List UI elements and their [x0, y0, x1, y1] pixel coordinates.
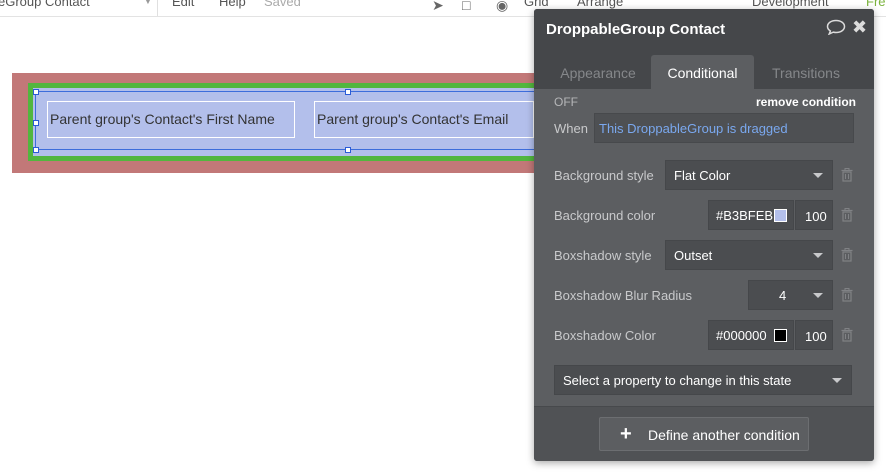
background-style-value: Flat Color — [674, 168, 731, 183]
define-condition-label: Define another condition — [648, 427, 800, 443]
select-property-placeholder: Select a property to change in this stat… — [563, 373, 792, 388]
boxshadow-style-dropdown[interactable]: Outset — [665, 240, 833, 270]
resize-handle-bottom[interactable] — [345, 147, 351, 153]
property-editor-panel: DroppableGroup Contact ✖ Appearance Cond… — [534, 9, 874, 461]
tab-conditional[interactable]: Conditional — [651, 55, 754, 89]
when-expression-input[interactable]: This DroppableGroup is dragged — [594, 113, 854, 143]
boxshadow-style-value: Outset — [674, 248, 713, 263]
boxshadow-style-label: Boxshadow style — [554, 248, 652, 263]
panel-title: DroppableGroup Contact — [546, 21, 726, 38]
plan-label[interactable]: Fre — [866, 0, 886, 9]
edit-menu[interactable]: Edit — [172, 0, 194, 9]
close-icon[interactable]: ✖ — [852, 17, 867, 37]
resize-handle-left[interactable] — [33, 120, 39, 126]
saved-status: Saved — [264, 0, 301, 9]
chevron-down-icon — [832, 378, 842, 383]
background-opacity-input[interactable]: 100 — [795, 200, 833, 230]
background-color-picker[interactable]: #B3BFEB — [708, 200, 794, 230]
tab-appearance[interactable]: Appearance — [544, 55, 652, 89]
panel-header[interactable]: DroppableGroup Contact ✖ — [534, 9, 874, 51]
background-style-dropdown[interactable]: Flat Color — [665, 160, 833, 190]
boxshadow-opacity-input[interactable]: 100 — [795, 320, 833, 350]
trash-icon[interactable] — [841, 288, 853, 302]
email-text[interactable]: Parent group's Contact's Email — [314, 101, 534, 138]
boxshadow-color-label: Boxshadow Color — [554, 328, 656, 343]
tab-transitions[interactable]: Transitions — [762, 55, 850, 89]
toolbar-divider — [157, 0, 158, 16]
trash-icon[interactable] — [841, 328, 853, 342]
boxshadow-blur-dropdown[interactable]: 4 — [748, 280, 833, 310]
panel-tabs: Appearance Conditional Transitions — [534, 51, 874, 89]
color-swatch — [774, 329, 787, 342]
cursor-icon[interactable]: ➤ — [432, 0, 444, 14]
boxshadow-color-picker[interactable]: #000000 — [708, 320, 794, 350]
comment-icon[interactable] — [826, 19, 846, 35]
when-label: When — [554, 121, 588, 136]
resize-handle-bottom-left[interactable] — [33, 147, 39, 153]
help-menu[interactable]: Help — [219, 0, 246, 9]
resize-handle-top-left[interactable] — [33, 89, 39, 95]
trash-icon[interactable] — [841, 208, 853, 222]
background-style-label: Background style — [554, 168, 654, 183]
boxshadow-color-hex: #000000 — [716, 328, 767, 343]
element-selector[interactable]: eGroup Contact — [0, 0, 90, 9]
plus-icon: + — [620, 423, 632, 445]
trash-icon[interactable] — [841, 248, 853, 262]
boxshadow-blur-value: 4 — [779, 288, 787, 303]
eye-icon[interactable]: ◉ — [496, 0, 508, 14]
branch-selector[interactable]: Development — [752, 0, 829, 9]
first-name-text[interactable]: Parent group's Contact's First Name — [47, 101, 295, 138]
chevron-down-icon — [813, 253, 823, 258]
trash-icon[interactable] — [841, 168, 853, 182]
chevron-down-icon — [813, 293, 823, 298]
background-color-hex: #B3BFEB — [716, 208, 774, 223]
grid-menu[interactable]: Grid — [524, 0, 549, 9]
define-another-condition-button[interactable]: + Define another condition — [599, 417, 809, 451]
arrange-menu[interactable]: Arrange — [577, 0, 623, 9]
resize-handle-top[interactable] — [345, 89, 351, 95]
chevron-down-icon[interactable]: ▼ — [143, 0, 153, 7]
page-icon[interactable]: □ — [462, 0, 470, 13]
boxshadow-blur-label: Boxshadow Blur Radius — [554, 288, 693, 303]
background-color-label: Background color — [554, 208, 656, 223]
select-property-dropdown[interactable]: Select a property to change in this stat… — [554, 365, 852, 395]
color-swatch — [774, 209, 787, 222]
condition-state: OFF — [554, 95, 578, 109]
panel-footer: + Define another condition — [534, 406, 874, 461]
remove-condition-link[interactable]: remove condition — [756, 95, 856, 109]
chevron-down-icon — [813, 173, 823, 178]
